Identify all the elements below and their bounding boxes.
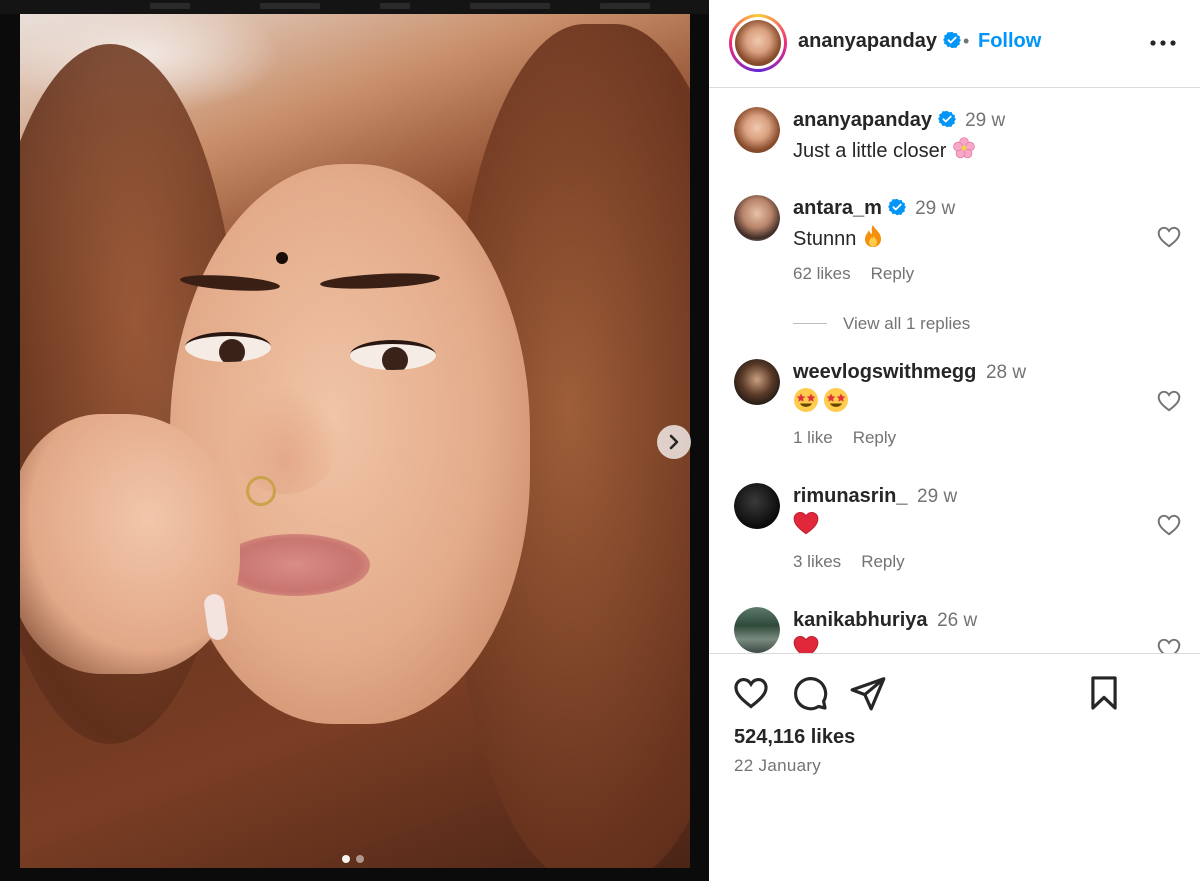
star-struck-emoji-icon bbox=[794, 388, 818, 412]
comment-likes-count[interactable]: 1 like bbox=[793, 428, 833, 447]
comment-text bbox=[793, 387, 849, 416]
header-username[interactable]: ananyapanday bbox=[798, 30, 961, 53]
red-heart-emoji-icon bbox=[793, 511, 819, 535]
view-replies-link[interactable]: View all 1 replies bbox=[793, 314, 970, 334]
caption-username: ananyapanday 29 w bbox=[793, 109, 1005, 132]
like-comment-heart-icon[interactable] bbox=[1156, 636, 1182, 654]
comment-time: 28 w bbox=[985, 362, 1027, 383]
comment-username: kanikabhuriya 26 w bbox=[793, 609, 977, 632]
chevron-right-icon bbox=[669, 434, 679, 450]
comment-username: rimunasrin_ 29 w bbox=[793, 485, 957, 508]
like-comment-heart-icon[interactable] bbox=[1156, 388, 1182, 414]
post-likes-count[interactable]: 524,116 likes bbox=[734, 726, 855, 749]
header-separator: • bbox=[963, 31, 970, 51]
star-struck-emoji-icon bbox=[824, 388, 848, 412]
comment-avatar[interactable] bbox=[734, 359, 780, 405]
comment-username-text[interactable]: rimunasrin_ bbox=[793, 485, 907, 507]
nose-ring bbox=[246, 476, 276, 506]
save-bookmark-icon[interactable] bbox=[1085, 674, 1123, 712]
more-horizontal-icon bbox=[1150, 40, 1176, 46]
red-heart-emoji-icon bbox=[793, 635, 819, 653]
avatar bbox=[735, 20, 781, 66]
comment-text: Stunnn bbox=[793, 224, 884, 251]
view-replies-text[interactable]: View all 1 replies bbox=[843, 314, 970, 333]
film-strip-edge bbox=[0, 0, 709, 14]
caption-text-value: Just a little closer bbox=[793, 140, 947, 162]
comment-time: 26 w bbox=[937, 610, 978, 631]
comment-avatar[interactable] bbox=[734, 607, 780, 653]
comment-text bbox=[793, 635, 819, 653]
comment-time: 29 w bbox=[915, 198, 956, 219]
caption-time: 29 w bbox=[965, 110, 1006, 131]
comment-meta: 3 likes Reply bbox=[793, 552, 905, 572]
comment-likes-count[interactable]: 3 likes bbox=[793, 552, 841, 571]
comment-username: weevlogswithmegg 28 w bbox=[793, 361, 1026, 384]
share-paper-plane-icon[interactable] bbox=[849, 674, 887, 712]
like-comment-heart-icon[interactable] bbox=[1156, 224, 1182, 250]
post-header: ananyapanday • Follow bbox=[709, 0, 1200, 88]
comment-text bbox=[793, 511, 819, 538]
caption-text: Just a little closer bbox=[793, 136, 976, 163]
post-side-panel: ananyapanday • Follow ananyapanday 29 w bbox=[709, 0, 1200, 881]
comment-text-value: Stunnn bbox=[793, 228, 857, 250]
cherry-blossom-emoji-icon bbox=[953, 137, 975, 159]
header-username-text[interactable]: ananyapanday bbox=[798, 30, 937, 52]
like-comment-heart-icon[interactable] bbox=[1156, 512, 1182, 538]
post-actions: 524,116 likes 22 January bbox=[709, 654, 1200, 881]
verified-badge-icon bbox=[937, 110, 956, 128]
carousel-dot-1 bbox=[342, 855, 350, 863]
follow-button[interactable]: Follow bbox=[978, 30, 1041, 53]
caption-username-text[interactable]: ananyapanday bbox=[793, 109, 932, 131]
verified-badge-icon bbox=[942, 31, 961, 49]
comment-likes-count[interactable]: 62 likes bbox=[793, 264, 851, 283]
comment-meta: 62 likes Reply bbox=[793, 264, 914, 284]
comment-meta: 1 like Reply bbox=[793, 428, 896, 448]
comment-username-text[interactable]: kanikabhuriya bbox=[793, 609, 928, 631]
carousel-dot-2 bbox=[356, 855, 364, 863]
post-photo bbox=[20, 14, 690, 868]
comments-list[interactable]: ananyapanday 29 w Just a little closer a… bbox=[709, 89, 1200, 654]
comment-username-text[interactable]: weevlogswithmegg bbox=[793, 361, 976, 383]
next-slide-button[interactable] bbox=[657, 425, 691, 459]
reply-button[interactable]: Reply bbox=[853, 428, 896, 447]
comment-avatar[interactable] bbox=[734, 483, 780, 529]
post-media bbox=[0, 0, 709, 881]
comment-time: 29 w bbox=[917, 486, 958, 507]
fire-emoji-icon bbox=[864, 225, 881, 247]
comment-username: antara_m 29 w bbox=[793, 197, 955, 220]
reply-button[interactable]: Reply bbox=[861, 552, 904, 571]
more-options-button[interactable] bbox=[1147, 28, 1179, 58]
caption-avatar[interactable] bbox=[734, 107, 780, 153]
reply-button[interactable]: Reply bbox=[871, 264, 914, 283]
like-heart-icon[interactable] bbox=[732, 674, 770, 712]
comment-bubble-icon[interactable] bbox=[791, 674, 829, 712]
comment-avatar[interactable] bbox=[734, 195, 780, 241]
verified-badge-icon bbox=[887, 198, 906, 216]
post-date[interactable]: 22 January bbox=[734, 756, 821, 776]
comment-username-text[interactable]: antara_m bbox=[793, 197, 882, 219]
carousel-dots bbox=[342, 855, 364, 863]
story-ring-avatar[interactable] bbox=[729, 14, 787, 72]
